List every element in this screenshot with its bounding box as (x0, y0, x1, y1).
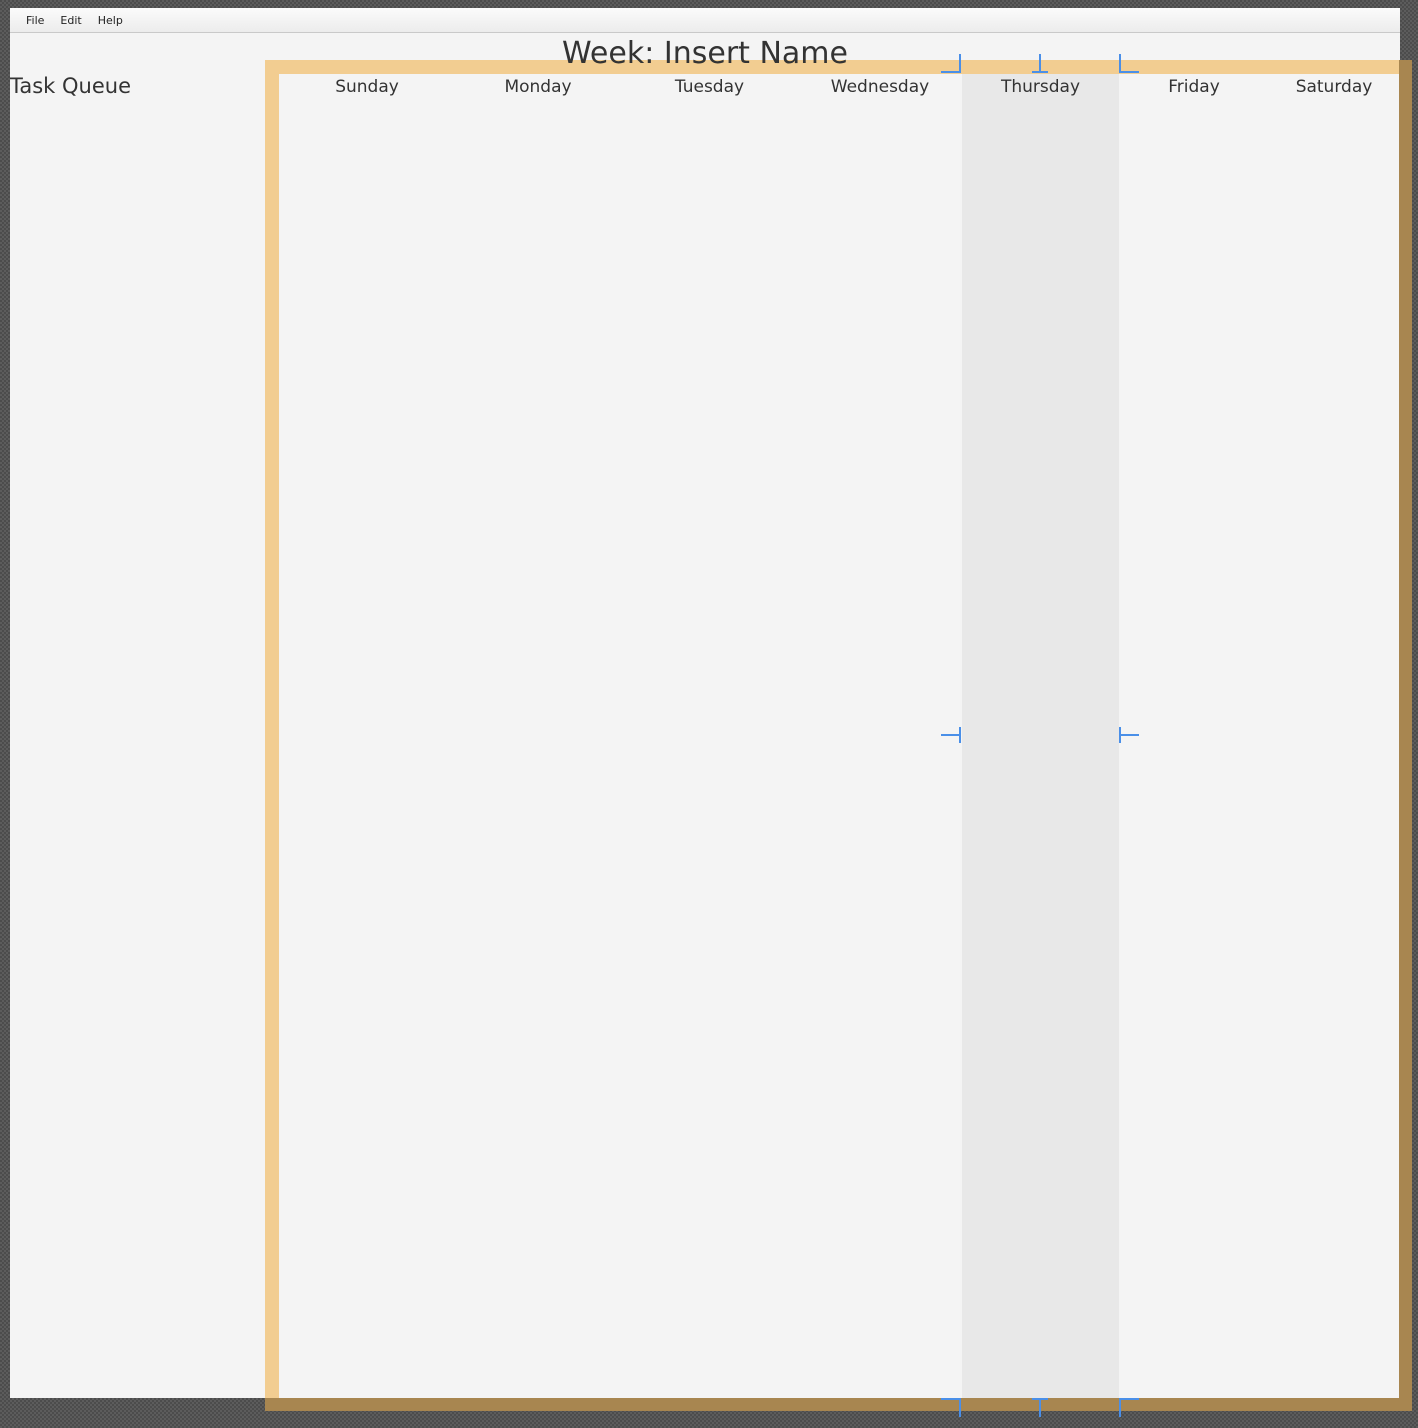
day-column-friday[interactable]: Friday (1119, 74, 1269, 1398)
day-header-thursday: Thursday (1000, 77, 1081, 97)
day-column-tuesday[interactable]: Tuesday (621, 74, 798, 1398)
resize-handle-middle-right[interactable] (1119, 734, 1139, 736)
week-calendar: Sunday Monday Tuesday Wednesday Thursday… (279, 74, 1399, 1398)
resize-handle-bottom-center[interactable] (1039, 1398, 1041, 1417)
day-header-wednesday: Wednesday (830, 77, 930, 97)
menu-file[interactable]: File (18, 12, 52, 29)
resize-handle-top-right-vertical[interactable] (1119, 54, 1121, 73)
day-header-sunday: Sunday (335, 77, 399, 97)
day-column-thursday[interactable]: Thursday (962, 74, 1119, 1398)
resize-handle-bottom-left[interactable] (941, 1398, 961, 1400)
resize-handle-bottom-center-bar[interactable] (1032, 1398, 1048, 1400)
resize-handle-middle-left[interactable] (941, 734, 961, 736)
resize-handle-bottom-left-vertical[interactable] (959, 1398, 961, 1417)
menu-bar: File Edit Help (10, 8, 1400, 33)
resize-handle-bottom-right-vertical[interactable] (1119, 1398, 1121, 1417)
menu-edit[interactable]: Edit (52, 12, 89, 29)
resize-handle-top-left[interactable] (941, 71, 961, 73)
day-header-monday: Monday (504, 77, 572, 97)
resize-handle-top-right[interactable] (1119, 71, 1139, 73)
resize-handle-middle-right-tick[interactable] (1119, 727, 1121, 743)
resize-handle-middle-left-tick[interactable] (959, 727, 961, 743)
day-column-monday[interactable]: Monday (455, 74, 621, 1398)
selection-shadow-right (1399, 60, 1412, 1411)
day-header-friday: Friday (1168, 77, 1220, 97)
day-header-saturday: Saturday (1295, 77, 1373, 97)
week-title: Week: Insert Name (562, 36, 848, 71)
resize-handle-bottom-right[interactable] (1119, 1398, 1139, 1400)
day-column-wednesday[interactable]: Wednesday (798, 74, 962, 1398)
selection-shadow-bottom (265, 1398, 1412, 1411)
task-queue-title: Task Queue (10, 74, 131, 98)
day-header-tuesday: Tuesday (674, 77, 745, 97)
day-column-sunday[interactable]: Sunday (279, 74, 455, 1398)
day-column-saturday[interactable]: Saturday (1269, 74, 1399, 1398)
menu-help[interactable]: Help (90, 12, 131, 29)
resize-handle-top-left-vertical[interactable] (959, 54, 961, 73)
resize-handle-top-center-bar[interactable] (1032, 71, 1048, 73)
